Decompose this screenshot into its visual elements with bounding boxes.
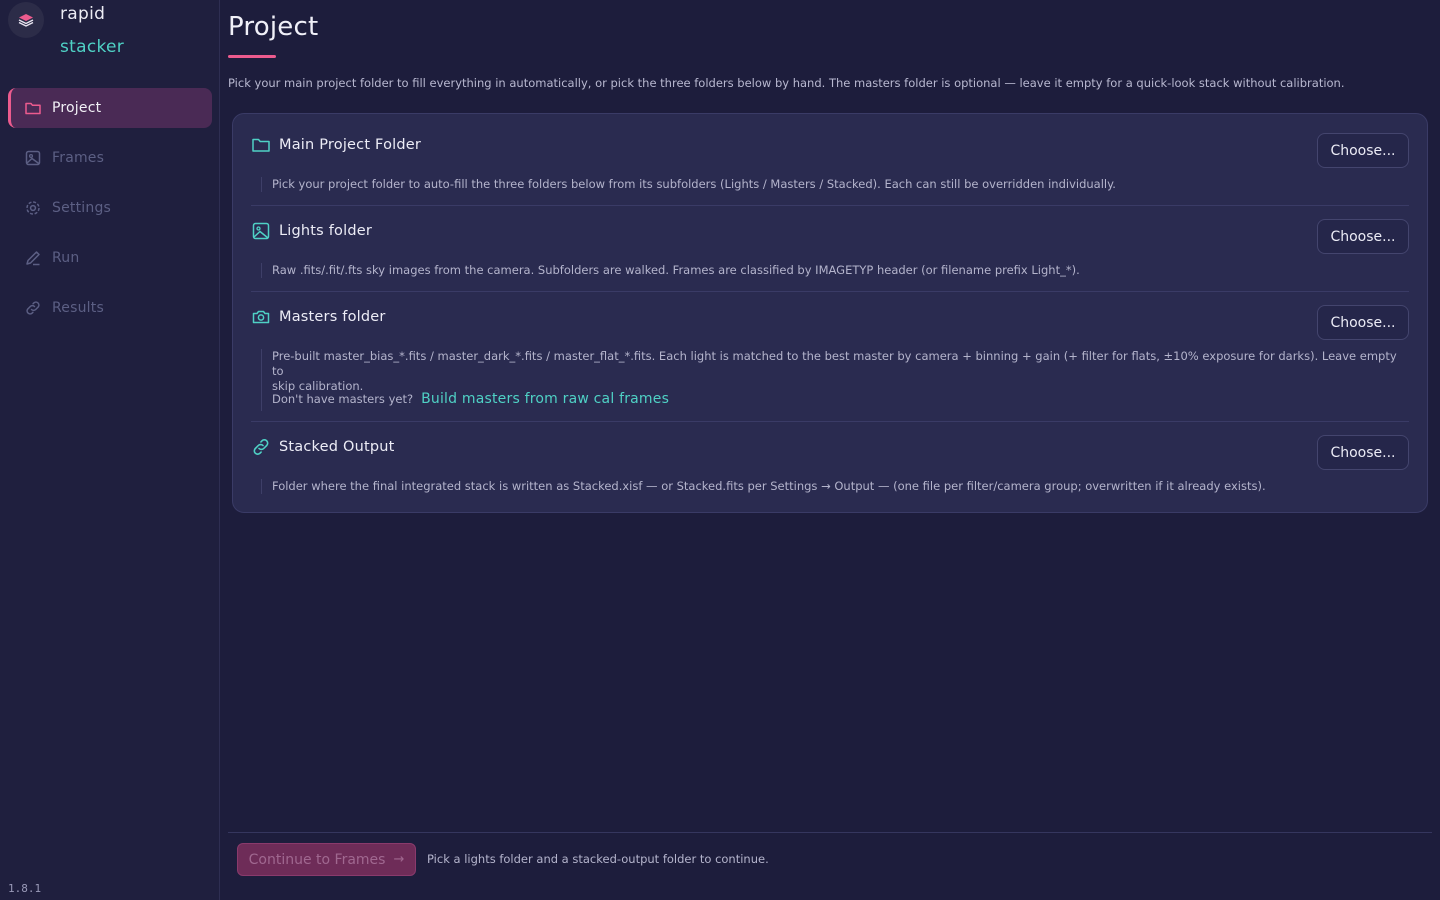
- continue-label: Continue to Frames: [248, 851, 386, 868]
- version-label: 1.8.1: [8, 882, 42, 895]
- link-icon: [24, 299, 42, 317]
- choose-lights-folder-button[interactable]: Choose...: [1317, 219, 1409, 254]
- title-underline: [228, 55, 276, 58]
- image-icon: [24, 149, 42, 167]
- section-header: Lights folder: [251, 219, 372, 243]
- main-content: Project Pick your main project folder to…: [228, 0, 1432, 900]
- layers-icon: [8, 2, 44, 38]
- sidebar-nav: Project Frames Settings Run Results: [8, 88, 212, 338]
- section-title: Lights folder: [279, 223, 373, 239]
- sidebar-item-project[interactable]: Project: [8, 88, 212, 128]
- sidebar-item-label: Results: [52, 300, 104, 316]
- folder-icon: [24, 99, 42, 117]
- section-masters-folder: Masters folder Choose... Pre-built maste…: [251, 305, 1409, 415]
- description-line: Pre-built master_bias_*.fits / master_da…: [272, 349, 1397, 378]
- sidebar-item-label: Run: [52, 250, 80, 266]
- divider: [251, 421, 1409, 422]
- sidebar-item-label: Frames: [52, 150, 105, 166]
- brand-subname: stacker: [60, 37, 125, 57]
- brand: rapid stacker: [8, 2, 208, 72]
- gear-icon: [24, 199, 42, 217]
- section-title: Stacked Output: [279, 439, 395, 455]
- footer-divider: [228, 832, 1432, 833]
- build-masters-link[interactable]: Build masters from raw cal frames: [421, 391, 669, 407]
- section-lights-folder: Lights folder Choose... Raw .fits/.fit/.…: [251, 219, 1409, 279]
- page-title: Project: [228, 12, 319, 42]
- section-main-project-folder: Main Project Folder Choose... Pick your …: [251, 133, 1409, 193]
- pen-icon: [24, 249, 42, 267]
- link-icon: [251, 437, 271, 457]
- choose-stacked-output-button[interactable]: Choose...: [1317, 435, 1409, 470]
- divider: [251, 291, 1409, 292]
- camera-icon: [251, 307, 271, 327]
- intro-text: Pick your main project folder to fill ev…: [228, 76, 1345, 90]
- folders-card: Main Project Folder Choose... Pick your …: [232, 113, 1428, 513]
- footer-hint: Pick a lights folder and a stacked-outpu…: [427, 852, 769, 866]
- section-header: Main Project Folder: [251, 133, 421, 157]
- arrow-right-icon: →: [393, 852, 405, 867]
- sidebar-item-frames[interactable]: Frames: [8, 138, 212, 178]
- section-description: Pick your project folder to auto-fill th…: [261, 177, 1116, 192]
- section-stacked-output: Stacked Output Choose... Folder where th…: [251, 435, 1409, 495]
- section-title: Masters folder: [279, 309, 386, 325]
- sidebar-item-run[interactable]: Run: [8, 238, 212, 278]
- sidebar-item-label: Project: [52, 100, 102, 116]
- build-masters-prompt: Don't have masters yet?: [272, 391, 414, 406]
- build-masters-row: Don't have masters yet? Build masters fr…: [261, 387, 669, 411]
- sidebar: rapid stacker Project Frames Settings Ru…: [0, 0, 220, 900]
- image-icon: [251, 221, 271, 241]
- sidebar-item-settings[interactable]: Settings: [8, 188, 212, 228]
- brand-name: rapid: [60, 4, 106, 24]
- choose-main-project-folder-button[interactable]: Choose...: [1317, 133, 1409, 168]
- divider: [251, 205, 1409, 206]
- sidebar-item-label: Settings: [52, 200, 112, 216]
- folder-icon: [251, 135, 271, 155]
- sidebar-item-results[interactable]: Results: [8, 288, 212, 328]
- choose-masters-folder-button[interactable]: Choose...: [1317, 305, 1409, 340]
- section-description: Folder where the final integrated stack …: [261, 479, 1266, 494]
- section-title: Main Project Folder: [279, 137, 422, 153]
- section-header: Stacked Output: [251, 435, 395, 459]
- section-header: Masters folder: [251, 305, 386, 329]
- continue-to-frames-button[interactable]: Continue to Frames →: [237, 843, 416, 876]
- section-description: Raw .fits/.fit/.fts sky images from the …: [261, 263, 1080, 278]
